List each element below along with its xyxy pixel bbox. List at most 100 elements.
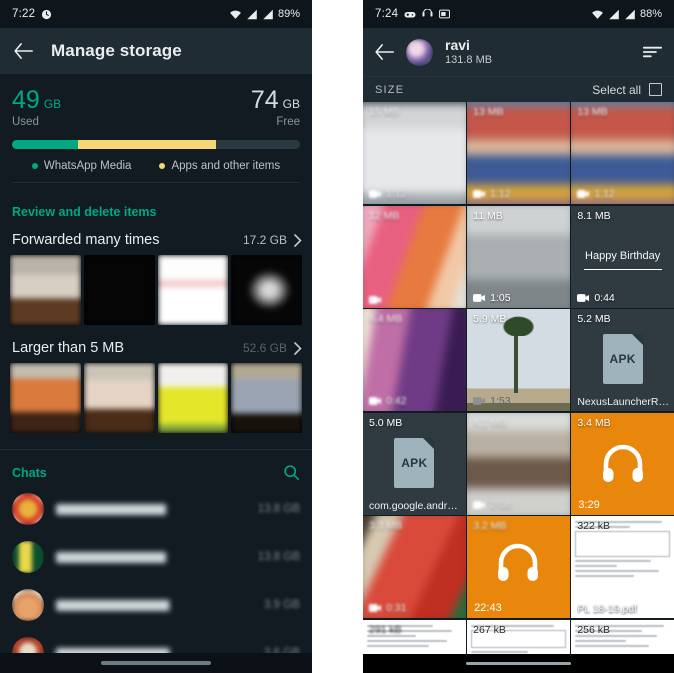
free-unit: GB <box>282 97 300 111</box>
thumbnail[interactable] <box>231 363 302 433</box>
legend-dot-apps <box>159 163 166 169</box>
media-cell-audio[interactable]: 3.2 MB 22:43 <box>467 516 570 618</box>
back-arrow-icon[interactable] <box>375 44 394 60</box>
thumbnail[interactable] <box>231 255 302 325</box>
dual-screenshot-stage: 7:22 89% Manage storage 49 GB Used 74 GB… <box>0 0 674 673</box>
right-phone-screen: 7:24 88% ravi 131.8 MB SIZE Select all 1… <box>363 0 674 673</box>
category-size: 17.2 GB <box>242 233 287 247</box>
chat-row[interactable]: 3.9 GB <box>0 581 312 629</box>
media-cell-apk[interactable]: 5.2 MB APK NexusLauncherRel... <box>571 309 674 411</box>
thumbnail[interactable] <box>157 363 229 433</box>
thumbnail[interactable] <box>10 363 81 433</box>
media-size: 256 kB <box>577 623 611 636</box>
video-icon <box>369 190 381 198</box>
category-title: Larger than 5 MB <box>12 340 125 356</box>
left-status-bar: 7:22 89% <box>0 0 312 28</box>
media-size: 5.0 MB <box>369 416 403 429</box>
back-arrow-icon[interactable] <box>14 43 33 59</box>
media-size: 267 kB <box>473 623 506 636</box>
battery-percent: 89% <box>277 8 300 20</box>
select-all-label[interactable]: Select all <box>592 83 641 97</box>
used-unit: GB <box>43 97 62 111</box>
media-duration: 0:42 <box>369 395 406 407</box>
media-cell[interactable]: 13 MB 1:12 <box>571 102 674 204</box>
media-cell[interactable]: 5.9 MB 1:53 <box>467 309 570 411</box>
media-cell[interactable]: 12 MB <box>363 205 466 308</box>
home-indicator[interactable] <box>101 661 211 665</box>
category-title: Forwarded many times <box>12 232 160 248</box>
category-size: 52.6 GB <box>242 341 287 355</box>
sort-toolbar: SIZE Select all <box>363 76 674 102</box>
right-home-indicator-bar <box>363 654 674 673</box>
category-row-larger-than-5mb[interactable]: Larger than 5 MB 52.6 GB <box>0 331 312 363</box>
media-cell[interactable]: 8.1 MB Happy Birthday 0:44 <box>571 205 674 308</box>
used-storage: 49 GB Used <box>12 88 62 129</box>
chat-row[interactable]: 13.8 GB <box>0 533 312 581</box>
left-phone-screen: 7:22 89% Manage storage 49 GB Used 74 GB… <box>0 0 312 673</box>
home-indicator[interactable] <box>466 661 571 666</box>
legend-item-media: WhatsApp Media <box>31 160 131 172</box>
page-title: Manage storage <box>51 41 182 60</box>
signal-icon <box>608 9 620 20</box>
avatar <box>12 541 44 573</box>
video-icon <box>473 397 486 405</box>
headset-icon <box>422 9 433 19</box>
chevron-right-icon <box>294 341 302 355</box>
chat-name <box>56 551 246 563</box>
media-cell[interactable]: 15 MB 1:12 <box>363 102 466 204</box>
media-cell[interactable]: 3.3 MB 0:31 <box>363 516 466 618</box>
media-size: 12 MB <box>369 209 400 222</box>
media-cell[interactable]: 4.1 MB 2:08 <box>467 412 570 515</box>
media-size: 5.9 MB <box>473 313 507 325</box>
contact-total-size: 131.8 MB <box>445 53 493 66</box>
media-filename: PL 18-19.pdf <box>577 603 638 615</box>
thumbnail[interactable] <box>157 255 229 325</box>
chat-size: 13.8 GB <box>257 503 300 515</box>
media-cell-document[interactable]: 322 kB PL 18-19.pdf <box>571 516 674 618</box>
thumbnail[interactable] <box>10 255 81 325</box>
chat-name <box>56 503 246 515</box>
contact-avatar[interactable] <box>406 38 433 66</box>
media-cell[interactable]: 11 MB 1:05 <box>467 205 570 308</box>
sort-icon[interactable] <box>643 45 662 59</box>
apk-file-icon: APK <box>394 437 435 488</box>
decorative-line <box>583 268 662 271</box>
media-size: 3.2 MB <box>473 520 507 532</box>
media-size: 322 kB <box>577 520 611 532</box>
left-app-bar: Manage storage <box>0 28 312 74</box>
status-time: 7:24 <box>375 8 399 20</box>
select-all-checkbox[interactable] <box>649 83 662 96</box>
video-icon <box>369 397 381 405</box>
headphones-icon <box>601 444 645 484</box>
avatar <box>12 589 44 621</box>
media-cell-apk[interactable]: 5.0 MB APK com.google.androi... <box>363 412 466 515</box>
media-duration <box>369 295 386 304</box>
category-row-forwarded[interactable]: Forwarded many times 17.2 GB <box>0 223 312 255</box>
media-size: 5.2 MB <box>577 313 611 325</box>
media-cell[interactable]: 6.4 MB 0:42 <box>363 309 466 411</box>
search-icon[interactable] <box>283 464 300 481</box>
right-app-bar: ravi 131.8 MB <box>363 28 674 76</box>
media-duration: 1:12 <box>577 188 615 200</box>
media-size: 6.4 MB <box>369 313 403 325</box>
screenshot-icon <box>439 9 451 19</box>
apk-file-icon: APK <box>602 334 643 384</box>
media-cell-audio[interactable]: 3.4 MB 3:29 <box>571 412 674 515</box>
media-duration: 2:08 <box>473 499 511 511</box>
thumbnail[interactable] <box>83 363 155 433</box>
video-icon <box>577 293 590 302</box>
media-cell[interactable]: 13 MB 1:12 <box>467 102 570 204</box>
chat-row[interactable]: 13.8 GB <box>0 485 312 533</box>
legend-label-apps: Apps and other items <box>171 160 281 172</box>
media-grid: 15 MB 1:12 13 MB 1:12 13 MB 1:12 12 MB 1… <box>363 102 674 673</box>
video-icon <box>473 293 486 302</box>
audio-duration: 22:43 <box>474 602 502 614</box>
media-duration: 0:44 <box>577 292 615 304</box>
media-size: 13 MB <box>473 106 504 118</box>
media-size: 3.3 MB <box>369 520 403 532</box>
chat-size: 13.8 GB <box>257 551 300 563</box>
video-icon <box>369 295 381 304</box>
larger-than-5mb-thumbnail-strip <box>0 363 312 439</box>
thumbnail[interactable] <box>83 255 155 325</box>
media-filename: com.google.androi... <box>369 499 462 512</box>
